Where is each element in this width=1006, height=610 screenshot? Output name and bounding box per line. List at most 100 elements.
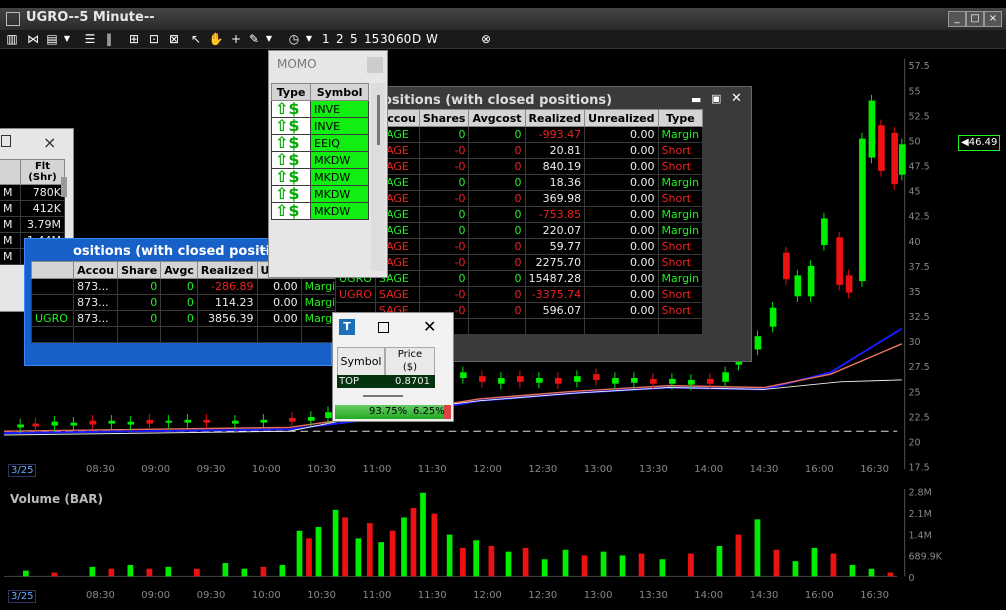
- timeframe-D[interactable]: D: [412, 31, 421, 47]
- minimize-icon[interactable]: ▬: [691, 93, 701, 106]
- col-symbol[interactable]: [30, 261, 75, 279]
- timeframe-15[interactable]: 15: [364, 31, 379, 47]
- table-row[interactable]: M 780K: [0, 184, 65, 201]
- float-maximize-icon[interactable]: [1, 135, 11, 147]
- top-scroll-thumb[interactable]: [363, 395, 403, 397]
- candle: [184, 419, 192, 423]
- clock-icon[interactable]: ◷: [286, 31, 302, 47]
- timeframe-2[interactable]: 2: [336, 31, 344, 47]
- table-row[interactable]: UGRO SAGE -0 0 -3375.74 0.00 Short: [335, 286, 704, 303]
- float-col-a[interactable]: [0, 159, 21, 185]
- cell-unrealized: 0.00: [584, 222, 659, 239]
- timeframe-1[interactable]: 1: [322, 31, 330, 47]
- zoom-box-icon[interactable]: ⊡: [146, 31, 162, 47]
- timeframe-60[interactable]: 60: [396, 31, 411, 47]
- restore-icon[interactable]: ▣: [711, 92, 721, 105]
- table-row[interactable]: SAGE 0 0 220.07 0.00 Margin: [335, 222, 704, 239]
- col-header[interactable]: Avgcost: [468, 109, 526, 127]
- cell-type: Short: [657, 142, 704, 159]
- maximize-button[interactable]: □: [966, 11, 984, 27]
- volume-bar: [410, 507, 417, 577]
- candle: [498, 378, 505, 384]
- list-item[interactable]: ⇧$ INVE: [270, 100, 369, 118]
- timeframe-W[interactable]: W: [426, 31, 438, 47]
- table-row[interactable]: 873... 0 0 114.23 0.00 Margin: [30, 294, 347, 311]
- momo-col-type[interactable]: Type: [270, 83, 312, 101]
- float-close-icon[interactable]: ×: [43, 133, 56, 152]
- table-row[interactable]: SAGE -0 0 2275.70 0.00 Short: [335, 254, 704, 271]
- table-row[interactable]: UGRO SAGE 0 0 15487.28 0.00 Margin: [335, 270, 704, 287]
- minimize-icon[interactable]: −: [259, 244, 268, 257]
- volume-bar: [688, 553, 694, 577]
- restore-icon[interactable]: [378, 322, 389, 333]
- close-icon[interactable]: ✕: [731, 91, 742, 106]
- pencil-icon[interactable]: ✎: [246, 31, 262, 47]
- cell-avgcost: 0: [468, 222, 526, 239]
- momo-col-symbol[interactable]: Symbol: [310, 83, 369, 101]
- float-header[interactable]: Flt (Shr): [20, 159, 65, 185]
- candle: [688, 379, 695, 385]
- col-header[interactable]: Share: [117, 261, 162, 279]
- list-item[interactable]: ⇧$ EEIQ: [270, 134, 369, 152]
- top-panel[interactable]: T ✕ Symbol Price ($) TOP 0.8701 93.75% 6…: [332, 312, 454, 422]
- close-icon[interactable]: ✕: [423, 317, 436, 336]
- cancel-icon[interactable]: ⊗: [478, 31, 494, 47]
- table-row[interactable]: SAGE -0 0 20.81 0.00 Short: [335, 142, 704, 159]
- col-header[interactable]: Accou: [73, 261, 119, 279]
- table-row[interactable]: 873... 0 0 -286.89 0.00 Margin: [30, 278, 347, 295]
- dropdown-icon[interactable]: ▼: [304, 31, 314, 47]
- dropdown-icon[interactable]: ▼: [264, 31, 274, 47]
- table-row[interactable]: SAGE 0 0 -993.47 0.00 Margin: [335, 126, 704, 143]
- positions-table[interactable]: Accou Shares Avgcost Realized Unrealized Type…: [335, 109, 704, 335]
- list-item[interactable]: ⇧$ MKDW: [270, 151, 369, 169]
- table-row[interactable]: SAGE -0 0 59.77 0.00 Short: [335, 238, 704, 255]
- col-header[interactable]: Realized: [524, 109, 586, 127]
- crosshair-icon[interactable]: +: [228, 31, 244, 47]
- pointer-icon[interactable]: ↖: [188, 31, 204, 47]
- table-row[interactable]: SAGE 0 0 -753.85 0.00 Margin: [335, 206, 704, 223]
- close-button[interactable]: ×: [984, 11, 1002, 27]
- cell-account: 873...: [73, 310, 119, 327]
- candle: [146, 419, 154, 424]
- col-header[interactable]: Avgc: [160, 261, 198, 279]
- zoom-fit-icon[interactable]: ⊠: [166, 31, 182, 47]
- candle: [859, 138, 866, 282]
- momo-table[interactable]: Type Symbol ⇧$ INVE ⇧$ INVE ⇧$ EEIQ ⇧$ MKDW ⇧$ MKDW…: [270, 83, 369, 220]
- bar-chart-icon[interactable]: ▥: [4, 31, 20, 47]
- hand-icon[interactable]: ✋: [208, 31, 224, 47]
- table-row[interactable]: SAGE -0 0 369.98 0.00 Short: [335, 190, 704, 207]
- hlines-icon[interactable]: ☰: [82, 31, 98, 47]
- price-tick-label: 25: [908, 387, 920, 398]
- table-row[interactable]: SAGE 0 0 18.36 0.00 Margin: [335, 174, 704, 191]
- list-item[interactable]: ⇧$ INVE: [270, 117, 369, 135]
- layout-icon[interactable]: ▤: [44, 31, 60, 47]
- volume-bar: [279, 564, 286, 577]
- momo-panel[interactable]: MOMO Type Symbol ⇧$ INVE ⇧$ INVE ⇧$ EEIQ ⇧$ MKDW ⇧…: [268, 50, 388, 278]
- col-header[interactable]: Realized: [196, 261, 258, 279]
- minimize-button[interactable]: _: [948, 11, 966, 27]
- table-row[interactable]: M 3.79M: [0, 216, 65, 233]
- grid-icon[interactable]: ⊞: [126, 31, 142, 47]
- list-item[interactable]: ⇧$ MKDW: [270, 168, 369, 186]
- table-row[interactable]: SAGE -0 0 840.19 0.00 Short: [335, 158, 704, 175]
- momo-close-button[interactable]: [367, 57, 383, 73]
- study-icon[interactable]: ⋈: [24, 31, 42, 47]
- col-header[interactable]: Unrealized: [584, 109, 659, 127]
- table-row[interactable]: UGRO 873... 0 0 3856.39 0.00 Margin: [30, 310, 347, 327]
- list-item[interactable]: ⇧$ MKDW: [270, 185, 369, 203]
- positions-title: ositions (with closed positions): [383, 93, 613, 108]
- momo-scroll-thumb[interactable]: [377, 95, 380, 145]
- col-header[interactable]: Type: [657, 109, 704, 127]
- timeframe-30[interactable]: 30: [380, 31, 395, 47]
- volume-bar: [51, 572, 58, 577]
- timeframe-5[interactable]: 5: [350, 31, 358, 47]
- list-item[interactable]: ⇧$ MKDW: [270, 202, 369, 220]
- table-row[interactable]: M 412K: [0, 200, 65, 217]
- volume-tick-label: 689.9K: [908, 552, 942, 563]
- col-header[interactable]: Shares: [418, 109, 470, 127]
- vlines-icon[interactable]: ‖: [102, 31, 116, 47]
- volume-chart[interactable]: 2.8M 2.1M 1.4M 689.9K 0: [4, 486, 956, 604]
- float-scrollbar[interactable]: [61, 177, 67, 197]
- time-tick-label: 10:00: [251, 590, 281, 601]
- dropdown-icon[interactable]: ▼: [62, 31, 72, 47]
